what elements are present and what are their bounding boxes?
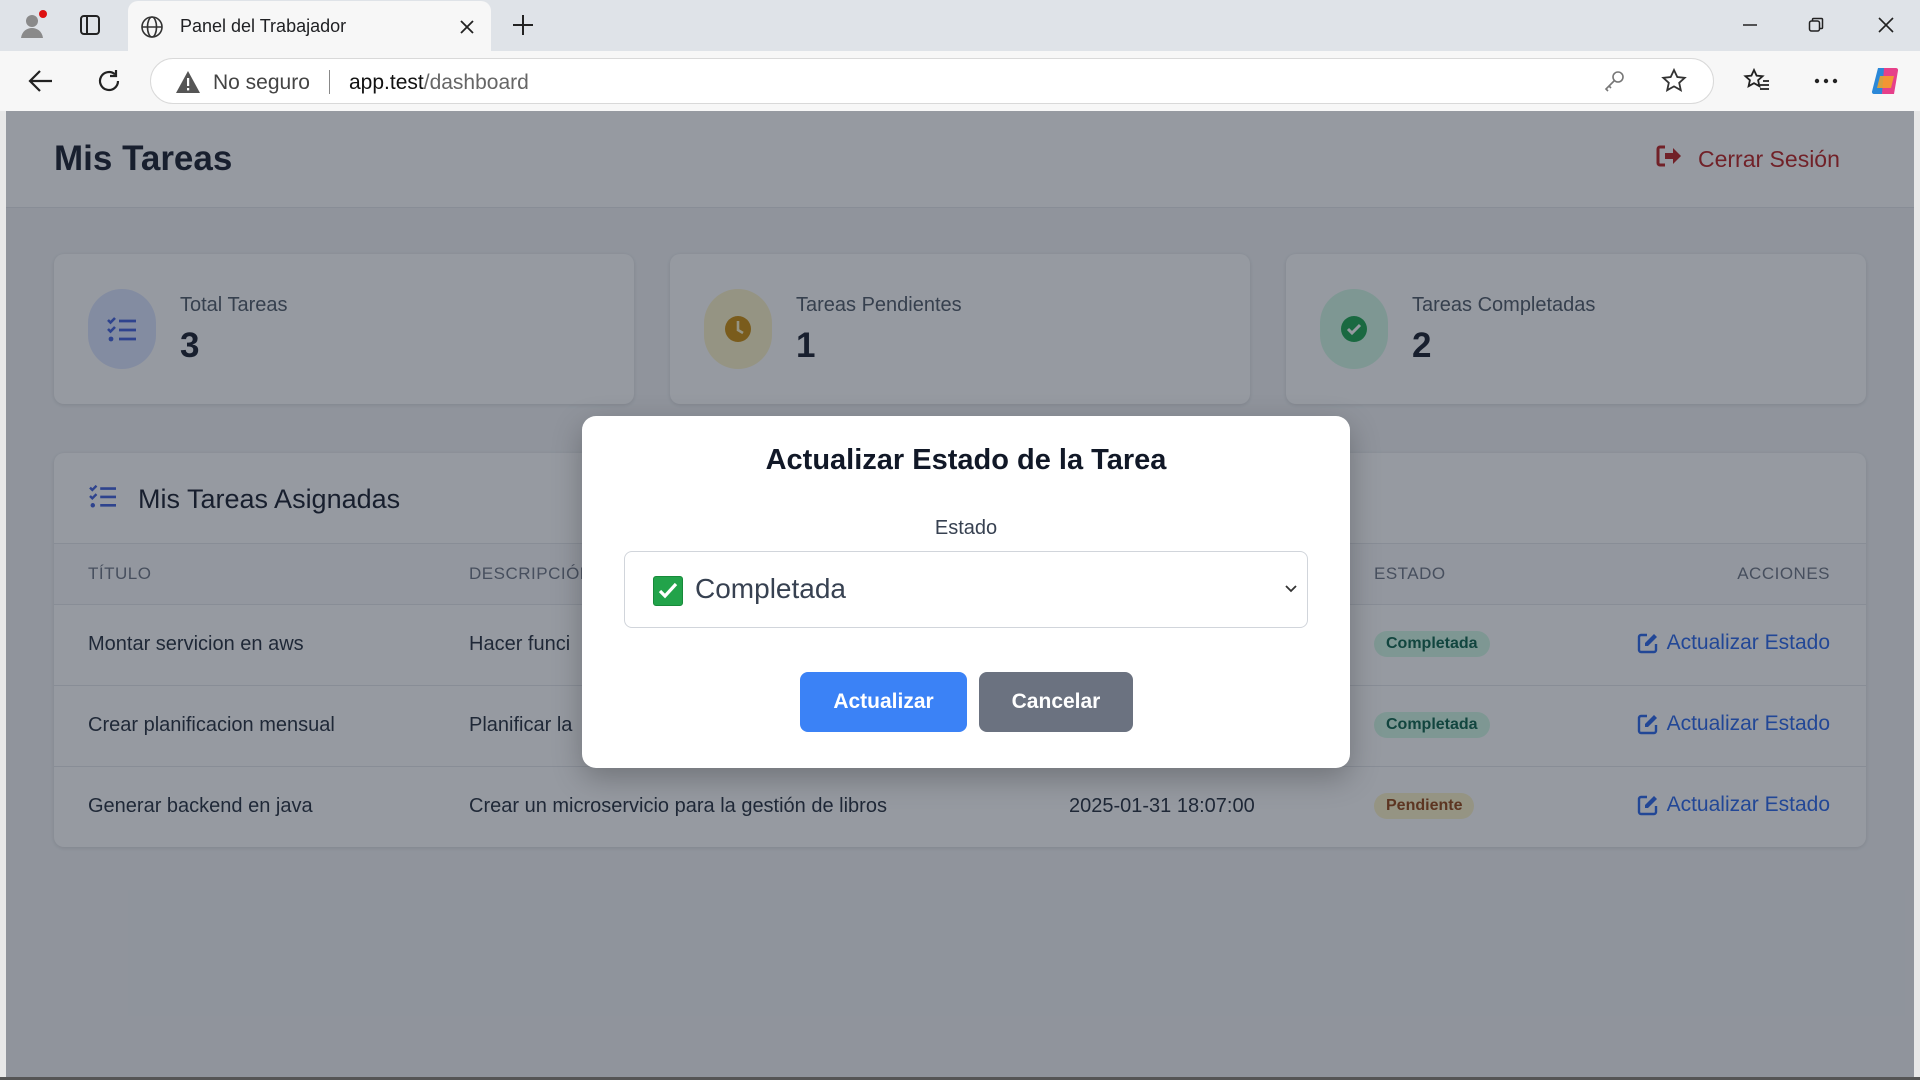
favorites-icon[interactable] <box>1738 63 1776 99</box>
address-bar[interactable]: No seguro app.test/dashboard <box>150 58 1714 104</box>
tab-title: Panel del Trabajador <box>180 16 347 36</box>
reload-icon[interactable] <box>90 63 128 99</box>
update-status-modal: Actualizar Estado de la Tarea Estado Com… <box>582 416 1350 768</box>
modal-title: Actualizar Estado de la Tarea <box>765 444 1167 476</box>
copilot-icon[interactable] <box>1866 63 1906 99</box>
close-tab-icon[interactable] <box>454 14 480 40</box>
favorite-star-icon[interactable] <box>1661 67 1687 99</box>
profile-icon[interactable] <box>14 8 54 42</box>
url-text[interactable]: app.test/dashboard <box>349 71 529 95</box>
restore-icon[interactable] <box>1796 8 1836 42</box>
submit-button[interactable]: Actualizar <box>800 672 967 732</box>
window-close-icon[interactable] <box>1864 8 1908 42</box>
minimize-icon[interactable] <box>1730 8 1770 42</box>
security-status[interactable]: No seguro <box>213 71 310 95</box>
new-tab-icon[interactable] <box>506 8 540 42</box>
status-select-value: Completada <box>695 573 846 604</box>
url-host: app.test <box>349 71 424 94</box>
page-content: Mis Tareas Cerrar Sesión Total Tareas 3 … <box>6 111 1914 1077</box>
browser-tab-bar: Panel del Trabajador <box>0 0 1920 51</box>
status-field-label: Estado <box>934 517 998 539</box>
tab-panel-trabajador[interactable]: Panel del Trabajador <box>128 1 491 51</box>
browser-toolbar: No seguro app.test/dashboard <box>0 51 1920 111</box>
key-icon[interactable] <box>1603 69 1627 98</box>
globe-icon <box>140 15 164 44</box>
status-select[interactable]: Completada <box>624 551 1308 628</box>
address-separator <box>329 70 330 94</box>
warning-icon[interactable] <box>175 70 201 99</box>
cancel-button[interactable]: Cancelar <box>979 672 1133 732</box>
more-menu-icon[interactable] <box>1806 63 1846 99</box>
url-path: /dashboard <box>423 71 529 94</box>
chevron-down-icon <box>1283 580 1299 601</box>
tab-actions-icon[interactable] <box>70 8 110 42</box>
check-mark-icon <box>653 576 683 606</box>
back-icon[interactable] <box>22 63 60 99</box>
